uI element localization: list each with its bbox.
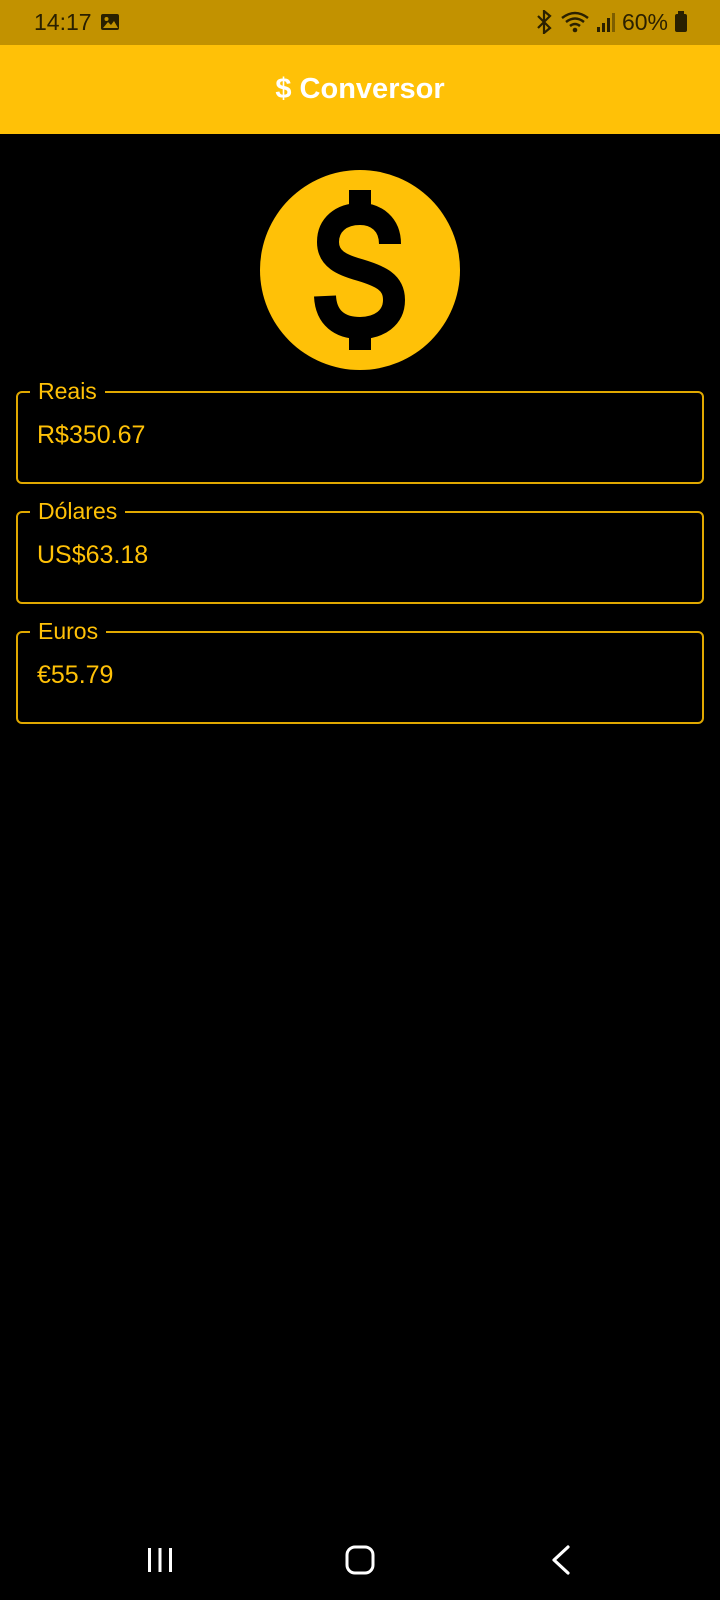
app-bar: $ Conversor <box>0 45 720 134</box>
dolares-field[interactable]: Dólares US$63.18 <box>16 494 704 604</box>
euros-field[interactable]: Euros €55.79 <box>16 614 704 724</box>
home-icon[interactable] <box>340 1540 380 1580</box>
dolares-label: Dólares <box>30 494 126 528</box>
signal-icon <box>596 13 615 32</box>
status-icons: 60% <box>534 8 688 36</box>
gallery-icon <box>101 14 119 30</box>
euros-input-value[interactable]: €55.79 <box>37 661 113 690</box>
battery-percent: 60% <box>621 8 668 35</box>
navigation-bar <box>0 1520 720 1600</box>
reais-label: Reais <box>30 374 105 408</box>
bluetooth-icon <box>537 10 552 34</box>
dollar-coin-icon <box>260 170 460 370</box>
euros-label: Euros <box>30 614 107 648</box>
dolares-input-value[interactable]: US$63.18 <box>37 541 148 570</box>
recent-apps-icon[interactable] <box>140 1540 180 1580</box>
app-title: $ Conversor <box>275 73 445 105</box>
reais-input-value[interactable]: R$350.67 <box>37 421 145 450</box>
reais-field[interactable]: Reais R$350.67 <box>16 374 704 484</box>
status-time: 14:17 <box>34 9 92 35</box>
wifi-icon <box>561 11 589 33</box>
battery-icon <box>675 11 687 32</box>
status-bar: 14:17 60% <box>0 0 720 45</box>
back-icon[interactable] <box>542 1540 582 1580</box>
